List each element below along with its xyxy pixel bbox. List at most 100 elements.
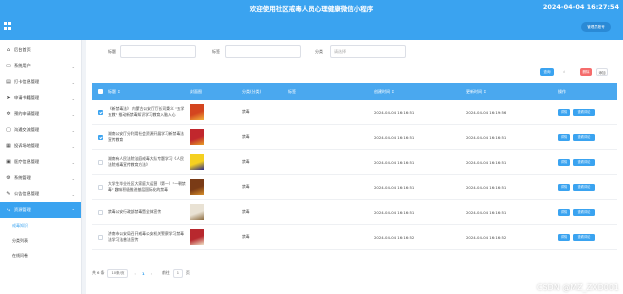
row-checkbox[interactable] [97,184,103,190]
sidebar-item-book-apply[interactable]: ➤ 申请书籍管理 ⌄ [0,90,81,106]
sidebar-item-resources[interactable]: ⤷ 资源管理 ⌃ [0,202,81,218]
col-type: 分类(分类) [242,88,262,94]
cell-created: 2024-04-04 16:16:52 [374,234,415,240]
total-count: 共 6 条 [92,270,105,275]
view-comments-button[interactable]: 查看评论 [573,108,595,116]
cover-thumbnail [190,104,204,120]
cell-updated: 2024-04-04 16:16:51 [466,184,507,190]
cover-thumbnail [190,229,204,245]
home-icon: ⌂ [6,47,11,53]
cell-created: 2024-04-04 16:16:51 [374,159,415,165]
chevron-down-icon: ⌄ [71,127,75,133]
title-filter-input[interactable] [120,45,196,58]
col-actions: 操作 [558,88,566,94]
view-comments-button[interactable]: 查看评论 [573,183,595,191]
cell-type: 禁毒 [242,209,250,214]
sidebar-item-checkin[interactable]: ▤ 打卡信息管理 ⌄ [0,74,81,90]
hand-cursor-icon: ☝ [560,68,568,76]
sidebar-subitem-survey[interactable]: 在线问卷 [0,248,81,263]
monitor-icon: ▭ [6,63,11,69]
tag-filter-label: 标签 [212,49,220,54]
sidebar-item-label: 申请书籍管理 [14,95,40,100]
delete-button[interactable]: 删除 [580,68,592,76]
view-comments-button[interactable]: 查看评论 [573,233,595,241]
cover-thumbnail [190,179,204,195]
detail-button[interactable]: 详情 [558,208,570,216]
detail-button[interactable]: 详情 [558,233,570,241]
next-page-icon[interactable]: › [151,271,153,276]
cell-created: 2024-04-04 16:16:51 [374,134,415,140]
sidebar-item-label: 公告信息管理 [14,191,40,196]
col-tag: 标签 [288,88,296,94]
page-size-select[interactable]: 10条/页 [107,268,129,278]
chevron-up-icon: ⌃ [71,207,75,213]
view-comments-button[interactable]: 查看评论 [573,208,595,216]
sidebar-item-home[interactable]: ⌂ 后台首页 [0,42,81,58]
detail-button[interactable]: 详情 [558,133,570,141]
detail-button[interactable]: 详情 [558,108,570,116]
add-button[interactable]: 添加 [596,68,608,76]
row-checkbox[interactable] [97,234,103,240]
cell-title: 湖南有人民法院法庭戒毒大队专题学习《人民法院戒毒宣传教育方法》 [108,156,184,167]
sidebar-item-notice[interactable]: ✎ 公告信息管理 ⌄ [0,186,81,202]
chevron-down-icon: ⌄ [71,175,75,181]
settings-icon: ⚙ [6,175,11,181]
cell-title: 济南市公安局召开戒毒公安机关警察学习禁毒法学习法普法宣传 [108,231,184,242]
view-comments-button[interactable]: 查看评论 [573,133,595,141]
pen-icon: ✎ [6,191,11,197]
cell-updated: 2024-04-04 16:16:52 [466,234,507,240]
search-button[interactable]: 查询 [540,68,554,76]
goto-input[interactable]: 1 [172,268,184,278]
gear-icon: ✲ [6,111,11,117]
table-row: 《新禁毒法》 内蒙古公安厅厅长司秉义 "五学五教" 推动新禁毒知识学习教育入脑入… [92,100,617,125]
col-created[interactable]: 创建时间 ↕ [374,89,466,95]
sidebar-subitem-categories[interactable]: 分类列表 [0,233,81,248]
sidebar-item-complaint[interactable]: ▦ 投诉场地管理 ⌄ [0,138,81,154]
row-checkbox[interactable] [97,209,103,215]
menu-grid-icon[interactable] [4,22,12,30]
table-row: 大学生毕业社区大家庭大运营（第一）"一朝禁毒" 趣味积极推进基层国际化的禁毒 禁毒… [92,175,617,200]
page-unit: 页 [186,270,190,275]
sidebar-item-label: 预约申请管理 [14,111,40,116]
calendar-icon: ▦ [6,143,11,149]
cell-type: 禁毒 [242,184,250,189]
current-page[interactable]: 1 [142,271,145,276]
sidebar-item-appointment[interactable]: ✲ 预约申请管理 ⌄ [0,106,81,122]
main-content: 标题 标签 分类 请选择 查询 ☝ 删除 添加 标题 ↕ 封面图 分类(分类) … [86,40,623,294]
cover-thumbnail [190,204,204,220]
sidebar-item-users[interactable]: ▭ 系统用户 ⌄ [0,58,81,74]
cell-updated: 2024-04-04 16:16:51 [466,159,507,165]
sidebar-item-medical[interactable]: ▣ 医疗信息管理 ⌄ [0,154,81,170]
prev-page-icon[interactable]: ‹ [134,271,136,276]
sub-header: 管理员账号 [0,18,623,40]
sidebar-item-system[interactable]: ⚙ 系统管理 ⌄ [0,170,81,186]
tag-filter-input[interactable] [225,45,301,58]
chevron-down-icon: ⌄ [71,95,75,101]
top-header: 欢迎使用社区戒毒人员心理健康微信小程序 2024-04-04 16:27:54 [0,0,623,18]
user-menu-button[interactable]: 管理员账号 [581,22,611,32]
sidebar-subitem-knowledge[interactable]: 戒毒知识 [0,218,81,233]
select-all-checkbox[interactable] [97,89,103,94]
view-comments-button[interactable]: 查看评论 [573,158,595,166]
row-checkbox[interactable] [97,134,103,140]
cell-updated: 2024-04-04 16:19:56 [466,109,507,115]
cell-type: 禁毒 [242,159,250,164]
cell-title: 湖南公安厅分利用社会资源开展学习新禁毒法宣传教育 [108,131,184,142]
title-filter-label: 标题 [108,49,116,54]
sidebar-item-communication[interactable]: ▢ 沟通交流管理 ⌄ [0,122,81,138]
app-title: 欢迎使用社区戒毒人员心理健康微信小程序 [249,5,374,13]
cell-updated: 2024-04-04 16:16:51 [466,134,507,140]
row-checkbox[interactable] [97,109,103,115]
row-checkbox[interactable] [97,159,103,165]
col-updated[interactable]: 更新时间 ↕ [466,89,558,95]
chat-icon: ▢ [6,127,11,133]
detail-button[interactable]: 详情 [558,183,570,191]
data-table: 标题 ↕ 封面图 分类(分类) 标签 创建时间 ↕ 更新时间 ↕ 操作 《新禁毒… [92,83,617,250]
sidebar-item-label: 系统用户 [14,63,31,68]
table-row: 湖南有人民法院法庭戒毒大队专题学习《人民法院戒毒宣传教育方法》 禁毒 2024-04… [92,150,617,175]
col-title[interactable]: 标题 ↕ [108,89,190,95]
cell-created: 2024-04-04 16:16:51 [374,109,415,115]
detail-button[interactable]: 详情 [558,158,570,166]
type-filter-select[interactable]: 请选择 [330,45,406,58]
chevron-down-icon: ⌄ [71,159,75,165]
